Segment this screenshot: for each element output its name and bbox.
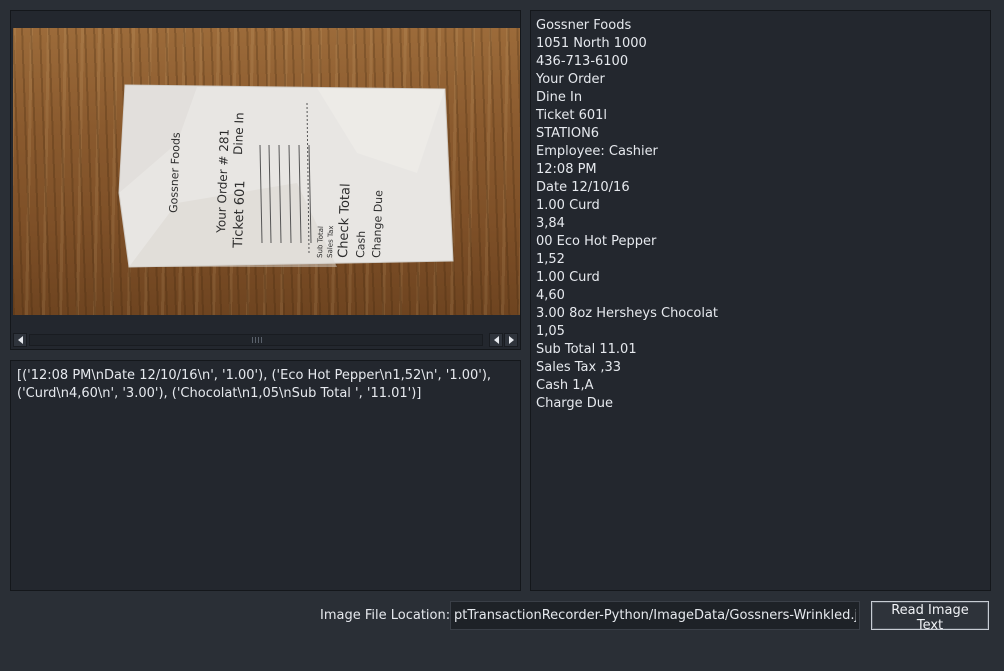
receipt-photo-line: Ticket 601	[231, 180, 248, 249]
ocr-line: Your Order	[536, 72, 605, 87]
scrollbar-grip[interactable]	[252, 337, 262, 343]
ocr-line: 3,84	[536, 216, 565, 231]
receipt-paper-image: Gossner Foods Your Order # 281 Ticket 60…	[118, 84, 454, 268]
ocr-line: 00 Eco Hot Pepper	[536, 234, 657, 249]
ocr-line: 1,52	[536, 252, 565, 267]
ocr-line: Employee: Cashier	[536, 144, 658, 159]
file-location-input[interactable]	[450, 601, 860, 630]
ocr-line: STATION6	[536, 126, 600, 141]
receipt-photo-line: Cash	[354, 231, 368, 259]
ocr-line: Charge Due	[536, 396, 614, 411]
ocr-line: 1051 North 1000	[536, 36, 647, 51]
parsed-results-panel[interactable]: [('12:08 PM\nDate 12/10/16\n', '1.00'), …	[10, 360, 521, 591]
arrow-right-icon[interactable]	[504, 333, 518, 347]
ocr-line: Gossner Foods	[536, 18, 632, 33]
ocr-line: Cash 1,A	[536, 378, 594, 393]
parsed-results-text: [('12:08 PM\nDate 12/10/16\n', '1.00'), …	[17, 368, 496, 401]
ocr-line: Sales Tax ,33	[536, 360, 621, 375]
ocr-line: Ticket 601l	[536, 108, 608, 123]
scrollbar-track[interactable]	[29, 334, 483, 346]
receipt-photo-line: Sub Total	[316, 226, 325, 258]
receipt-photo-line: Change Due	[370, 190, 385, 258]
ocr-line: 4,60	[536, 288, 565, 303]
ocr-line: 1.00 Curd	[536, 198, 600, 213]
ocr-line: Dine In	[536, 90, 583, 105]
ocr-line: 3.00 8oz Hersheys Chocolat	[536, 306, 719, 321]
receipt-photo-line: Check Total	[336, 183, 354, 258]
receipt-photo: Gossner Foods Your Order # 281 Ticket 60…	[13, 28, 520, 315]
arrow-left-icon[interactable]	[489, 333, 503, 347]
ocr-line: 1.00 Curd	[536, 270, 600, 285]
ocr-text-panel[interactable]: Gossner Foods 1051 North 1000 436-713-61…	[530, 10, 991, 591]
receipt-photo-line: Sales Tax	[326, 225, 335, 258]
ocr-line: 436-713-6100	[536, 54, 629, 69]
file-location-label: Image File Location:	[320, 608, 451, 623]
ocr-line: 12:08 PM	[536, 162, 597, 177]
read-image-text-button[interactable]: Read Image Text	[871, 601, 989, 633]
arrow-left-icon[interactable]	[13, 333, 27, 347]
image-viewer: Gossner Foods Your Order # 281 Ticket 60…	[10, 10, 521, 350]
ocr-line: Date 12/10/16	[536, 180, 630, 195]
horizontal-scrollbar[interactable]	[13, 333, 520, 347]
ocr-line: Sub Total 11.01	[536, 342, 637, 357]
ocr-line: 1,05	[536, 324, 565, 339]
receipt-photo-line: Dine In	[231, 112, 246, 155]
